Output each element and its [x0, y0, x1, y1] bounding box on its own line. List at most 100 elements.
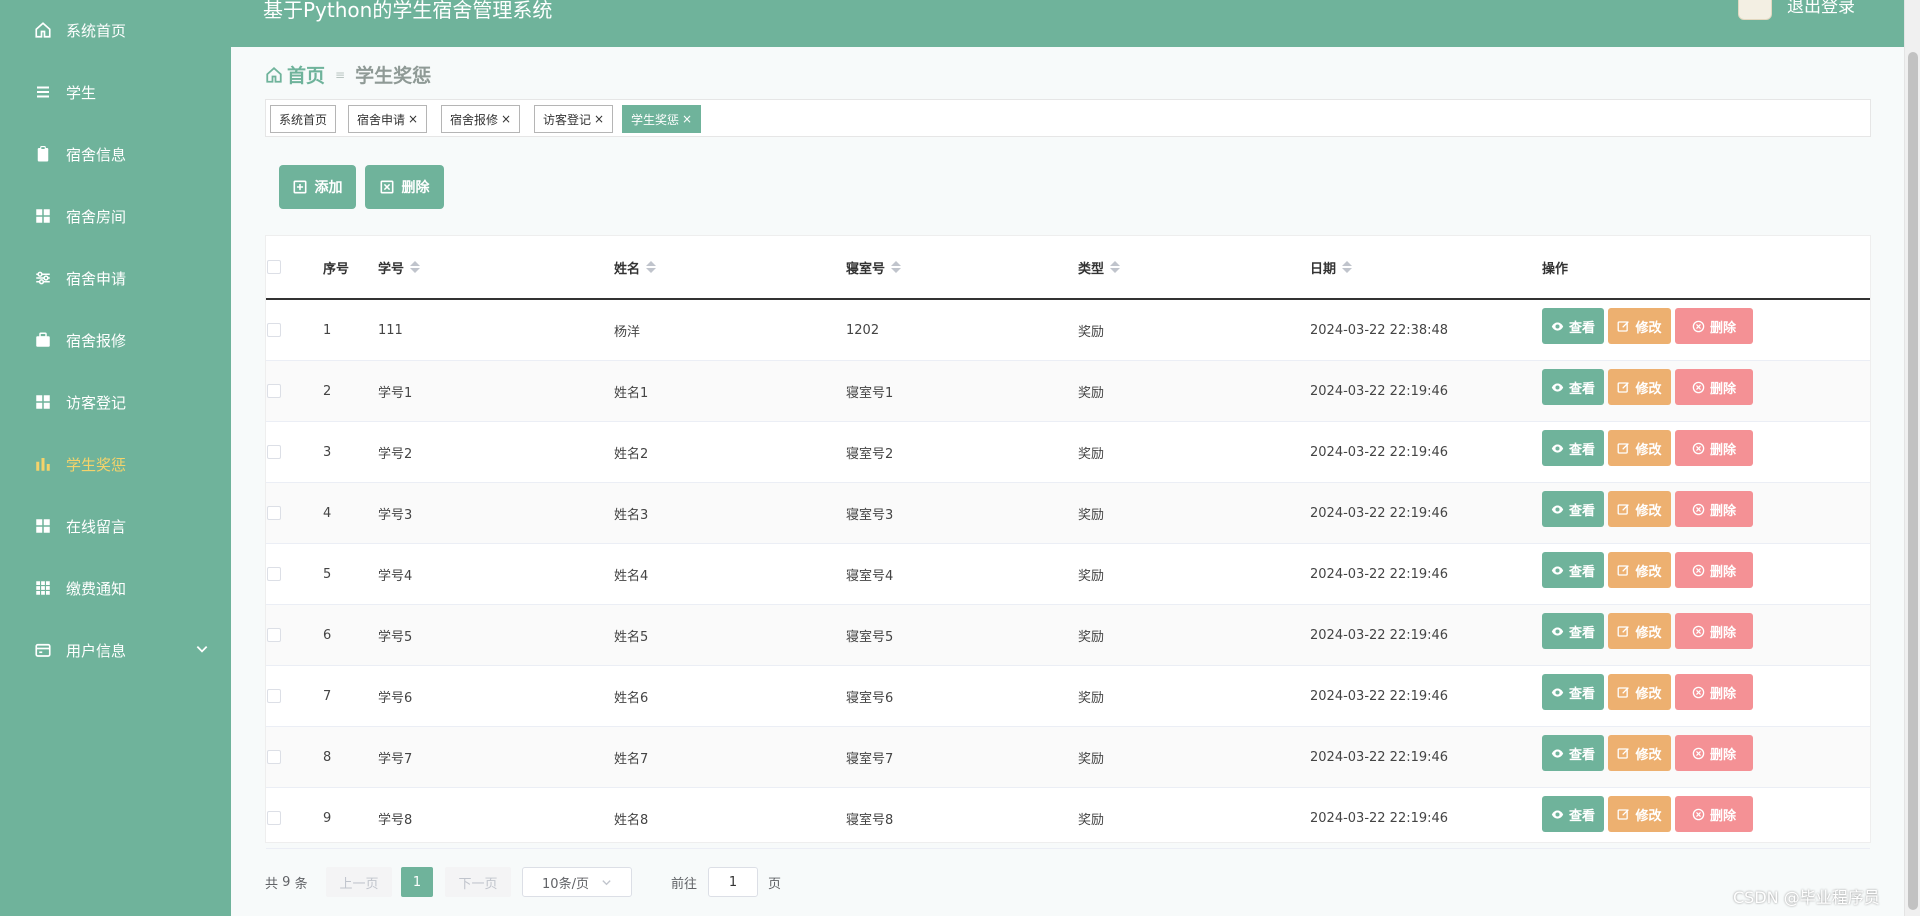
edit-button[interactable]: 修改 [1608, 735, 1671, 771]
page-size-select[interactable]: 10条/页 [522, 867, 632, 897]
edit-button[interactable]: 修改 [1608, 796, 1671, 832]
sidebar-item-10[interactable]: 缴费通知 [0, 560, 231, 616]
sidebar-item-3[interactable]: 宿舍信息 [0, 126, 231, 182]
cell-index: 7 [323, 688, 332, 704]
edit-button[interactable]: 修改 [1608, 308, 1671, 344]
batch-delete-button[interactable]: 删除 [365, 165, 444, 209]
sidebar-item-2[interactable]: 学生 [0, 64, 231, 120]
breadcrumb-home[interactable]: 首页 [265, 61, 325, 88]
row-checkbox[interactable] [267, 384, 281, 398]
sidebar-item-5[interactable]: 宿舍申请 [0, 250, 231, 306]
sort-icon[interactable] [1342, 261, 1353, 273]
sidebar-item-label: 宿舍报修 [66, 331, 127, 350]
edit-button-label: 修改 [1635, 625, 1662, 641]
eye-icon [1551, 747, 1569, 760]
view-button[interactable]: 查看 [1542, 308, 1604, 344]
column-header-room[interactable]: 寝室号 [846, 236, 902, 298]
row-checkbox[interactable] [267, 323, 281, 337]
delete-circle-icon [1692, 808, 1710, 821]
edit-button[interactable]: 修改 [1608, 369, 1671, 405]
edit-button-label: 修改 [1635, 503, 1662, 519]
grid-icon [34, 393, 52, 411]
table-row: 2 学号1 姓名1 寝室号1 奖励 2024-03-22 22:19:46 查看 修改 删除 [266, 361, 1870, 422]
delete-button-label: 删除 [1709, 564, 1736, 580]
sidebar-item-11[interactable]: 用户信息 [0, 622, 231, 678]
close-icon[interactable]: × [501, 112, 511, 126]
column-header-date-label: 日期 [1310, 261, 1337, 277]
logout-button[interactable]: 退出登录 [1787, 0, 1855, 17]
cell-room: 寝室号8 [846, 812, 894, 828]
row-checkbox[interactable] [267, 750, 281, 764]
sidebar-item-1[interactable]: 系统首页 [0, 2, 231, 58]
tag-5[interactable]: 学生奖惩 × [622, 105, 702, 133]
add-button[interactable]: 添加 [279, 165, 356, 209]
select-all-checkbox[interactable] [267, 260, 281, 274]
view-button[interactable]: 查看 [1542, 674, 1604, 710]
sort-icon[interactable] [891, 261, 902, 273]
delete-button[interactable]: 删除 [1675, 613, 1753, 649]
prev-page-button[interactable]: 上一页 [326, 867, 392, 897]
sort-icon[interactable] [646, 261, 657, 273]
scrollbar-thumb[interactable] [1908, 52, 1918, 910]
sort-icon[interactable] [1110, 261, 1121, 273]
delete-button[interactable]: 删除 [1675, 796, 1753, 832]
avatar[interactable] [1738, 0, 1772, 20]
next-page-button[interactable]: 下一页 [445, 867, 511, 897]
column-header-actions: 操作 [1542, 261, 1569, 277]
delete-button[interactable]: 删除 [1675, 369, 1753, 405]
goto-page-input[interactable] [708, 867, 758, 897]
row-checkbox[interactable] [267, 506, 281, 520]
sidebar-item-4[interactable]: 宿舍房间 [0, 188, 231, 244]
view-button[interactable]: 查看 [1542, 552, 1604, 588]
view-button[interactable]: 查看 [1542, 796, 1604, 832]
cell-name: 姓名3 [614, 507, 649, 523]
sidebar-item-8[interactable]: 学生奖惩 [0, 436, 231, 492]
view-button[interactable]: 查看 [1542, 735, 1604, 771]
column-header-name[interactable]: 姓名 [614, 236, 657, 298]
delete-button[interactable]: 删除 [1675, 308, 1753, 344]
page-number-1[interactable]: 1 [401, 867, 433, 897]
sidebar-item-9[interactable]: 在线留言 [0, 498, 231, 554]
row-checkbox[interactable] [267, 689, 281, 703]
row-checkbox[interactable] [267, 445, 281, 459]
tag-2[interactable]: 宿舍申请 × [348, 105, 428, 133]
sidebar-item-6[interactable]: 宿舍报修 [0, 312, 231, 368]
edit-button[interactable]: 修改 [1608, 491, 1671, 527]
delete-button[interactable]: 删除 [1675, 491, 1753, 527]
edit-button[interactable]: 修改 [1608, 674, 1671, 710]
delete-button[interactable]: 删除 [1675, 735, 1753, 771]
close-icon[interactable]: × [682, 112, 692, 126]
column-header-date[interactable]: 日期 [1310, 236, 1353, 298]
sort-icon[interactable] [410, 261, 421, 273]
column-header-type[interactable]: 类型 [1078, 236, 1121, 298]
cell-type: 奖励 [1078, 629, 1105, 645]
close-icon[interactable]: × [408, 112, 418, 126]
delete-button[interactable]: 删除 [1675, 430, 1753, 466]
cell-index: 5 [323, 566, 332, 582]
table-row: 9 学号8 姓名8 寝室号8 奖励 2024-03-22 22:19:46 查看 修改 删除 [266, 788, 1870, 849]
chart-icon [34, 455, 52, 473]
edit-button[interactable]: 修改 [1608, 613, 1671, 649]
vertical-scrollbar[interactable] [1904, 0, 1920, 916]
table-row: 5 学号4 姓名4 寝室号4 奖励 2024-03-22 22:19:46 查看 修改 删除 [266, 544, 1870, 605]
row-checkbox[interactable] [267, 567, 281, 581]
tag-1[interactable]: 系统首页 [270, 105, 337, 133]
tag-3[interactable]: 宿舍报修 × [441, 105, 521, 133]
cell-date: 2024-03-22 22:19:46 [1310, 627, 1449, 643]
row-checkbox[interactable] [267, 628, 281, 642]
delete-button[interactable]: 删除 [1675, 552, 1753, 588]
view-button[interactable]: 查看 [1542, 491, 1604, 527]
row-checkbox[interactable] [267, 811, 281, 825]
edit-button[interactable]: 修改 [1608, 430, 1671, 466]
view-button[interactable]: 查看 [1542, 369, 1604, 405]
view-button[interactable]: 查看 [1542, 430, 1604, 466]
view-button[interactable]: 查看 [1542, 613, 1604, 649]
cell-date: 2024-03-22 22:19:46 [1310, 688, 1449, 704]
column-header-student-id[interactable]: 学号 [378, 236, 421, 298]
close-icon[interactable]: × [594, 112, 604, 126]
edit-button[interactable]: 修改 [1608, 552, 1671, 588]
delete-button[interactable]: 删除 [1675, 674, 1753, 710]
sidebar-item-7[interactable]: 访客登记 [0, 374, 231, 430]
tag-4[interactable]: 访客登记 × [534, 105, 614, 133]
cell-type: 奖励 [1078, 751, 1105, 767]
